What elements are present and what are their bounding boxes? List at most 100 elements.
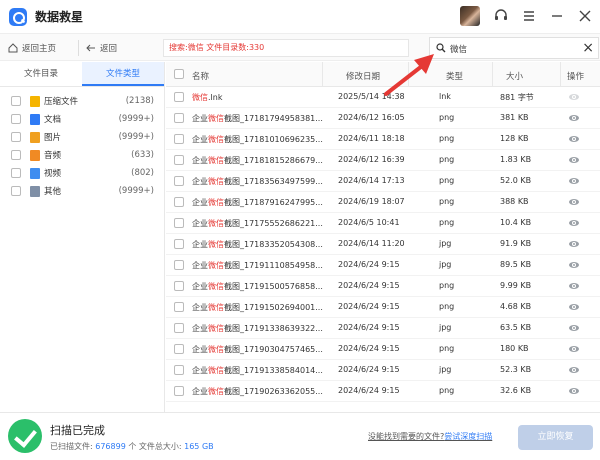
row-checkbox[interactable] (174, 197, 184, 207)
table-row[interactable]: 企业微信截图_17190304757465... 2024/6/24 9:15 pn… (166, 339, 600, 360)
column-divider (492, 62, 493, 87)
file-name-match: 微信 (208, 366, 224, 375)
table-row[interactable]: 企业微信截图_17190263362055... 2024/6/24 9:15 pn… (166, 381, 600, 402)
preview-eye-icon[interactable] (569, 262, 579, 268)
file-name: 企业微信截图_17183563497599... (192, 176, 323, 187)
select-all-checkbox[interactable] (174, 69, 184, 79)
table-row[interactable]: 企业微信截图_17191338639322... 2024/6/24 9:15 jp… (166, 318, 600, 339)
preview-eye-icon[interactable] (569, 115, 579, 121)
preview-eye-icon[interactable] (569, 157, 579, 163)
left-tabs: 文件目录 文件类型 (0, 62, 164, 87)
tab-file-directory[interactable]: 文件目录 (0, 62, 82, 86)
file-type: png (439, 155, 455, 164)
file-name: 微信.lnk (192, 92, 222, 103)
file-name-suffix: 截图_17191338584014... (224, 366, 323, 375)
file-date: 2024/6/11 18:18 (338, 134, 405, 143)
preview-eye-icon[interactable] (569, 367, 579, 373)
title-bar-controls (460, 6, 592, 26)
header-name[interactable]: 名称 (192, 70, 209, 82)
back-button[interactable]: 返回 (86, 42, 117, 54)
file-name: 企业微信截图_17191502694001... (192, 302, 323, 313)
row-checkbox[interactable] (174, 218, 184, 228)
preview-eye-icon[interactable] (569, 325, 579, 331)
clear-search-icon[interactable]: × (582, 40, 594, 56)
row-checkbox[interactable] (174, 155, 184, 165)
home-button[interactable]: 返回主页 (8, 42, 56, 54)
category-label: 其他 (44, 187, 62, 197)
file-date: 2024/6/12 16:05 (338, 113, 405, 122)
preview-eye-icon[interactable] (569, 220, 579, 226)
category-list: 压缩文件 (2138) 文档 (9999+) 图片 (9999+) 音频 (633) 视频 (80… (0, 92, 164, 200)
row-checkbox[interactable] (174, 134, 184, 144)
preview-eye-icon[interactable] (569, 346, 579, 352)
file-size: 1.83 KB (500, 155, 532, 164)
table-row[interactable]: 企业微信截图_17187916247995... 2024/6/19 18:07 p… (166, 192, 600, 213)
headset-icon[interactable] (494, 9, 508, 23)
table-row[interactable]: 企业微信截图_17181794958381... 2024/6/12 16:05 p… (166, 108, 600, 129)
table-row[interactable]: 企业微信截图_17183563497599... 2024/6/14 17:13 p… (166, 171, 600, 192)
file-name-match: 微信 (208, 219, 224, 228)
file-size: 32.6 KB (500, 386, 532, 395)
table-row[interactable]: 企业微信截图_17183352054308... 2024/6/14 11:20 j… (166, 234, 600, 255)
header-type[interactable]: 类型 (446, 70, 463, 82)
category-count: (9999+) (118, 186, 154, 196)
file-name-match: 微信 (208, 240, 224, 249)
preview-eye-icon[interactable] (569, 388, 579, 394)
category-checkbox[interactable] (11, 132, 21, 142)
table-row[interactable]: 企业微信截图_17191502694001... 2024/6/24 9:15 pn… (166, 297, 600, 318)
menu-icon[interactable] (522, 9, 536, 23)
category-item[interactable]: 文档 (9999+) (0, 110, 164, 128)
divider (78, 40, 79, 56)
file-name-suffix: 截图_17191502694001... (224, 303, 323, 312)
category-item[interactable]: 视频 (802) (0, 164, 164, 182)
minimize-icon[interactable] (550, 9, 564, 23)
tab-file-type[interactable]: 文件类型 (82, 62, 164, 86)
table-row[interactable]: 企业微信截图_17191500576858... 2024/6/24 9:15 pn… (166, 276, 600, 297)
category-item[interactable]: 图片 (9999+) (0, 128, 164, 146)
file-name-match: 微信 (208, 261, 224, 270)
category-checkbox[interactable] (11, 150, 21, 160)
user-avatar[interactable] (460, 6, 480, 26)
row-checkbox[interactable] (174, 260, 184, 270)
row-checkbox[interactable] (174, 239, 184, 249)
close-icon[interactable] (578, 9, 592, 23)
preview-eye-icon[interactable] (569, 178, 579, 184)
category-item[interactable]: 音频 (633) (0, 146, 164, 164)
category-checkbox[interactable] (11, 168, 21, 178)
file-name-match: 微信 (208, 303, 224, 312)
search-input[interactable]: 微信 × (429, 37, 599, 59)
row-checkbox[interactable] (174, 344, 184, 354)
deep-scan-link[interactable]: 没能找到需要的文件?尝试深度扫描 (368, 431, 492, 442)
table-row[interactable]: 企业微信截图_17181815286679... 2024/6/12 16:39 p… (166, 150, 600, 171)
category-item[interactable]: 压缩文件 (2138) (0, 92, 164, 110)
table-row[interactable]: 企业微信截图_17175552686221... 2024/6/5 10:41 pn… (166, 213, 600, 234)
preview-eye-icon[interactable] (569, 136, 579, 142)
row-checkbox[interactable] (174, 281, 184, 291)
preview-eye-icon[interactable] (569, 304, 579, 310)
category-checkbox[interactable] (11, 186, 21, 196)
table-row[interactable]: 企业微信截图_17191338584014... 2024/6/24 9:15 jp… (166, 360, 600, 381)
preview-eye-icon[interactable] (569, 283, 579, 289)
header-date[interactable]: 修改日期 (346, 70, 380, 82)
preview-eye-icon[interactable] (569, 241, 579, 247)
category-checkbox[interactable] (11, 114, 21, 124)
recover-now-button[interactable]: 立即恢复 (518, 425, 593, 450)
row-checkbox[interactable] (174, 176, 184, 186)
category-item[interactable]: 其他 (9999+) (0, 182, 164, 200)
row-checkbox[interactable] (174, 92, 184, 102)
row-checkbox[interactable] (174, 302, 184, 312)
table-row[interactable]: 企业微信截图_17181010696235... 2024/6/11 18:18 p… (166, 129, 600, 150)
row-checkbox[interactable] (174, 386, 184, 396)
zip-icon (30, 95, 40, 107)
row-checkbox[interactable] (174, 323, 184, 333)
header-size[interactable]: 大小 (506, 70, 523, 82)
category-checkbox[interactable] (11, 96, 21, 106)
file-date: 2024/6/24 9:15 (338, 386, 400, 395)
row-checkbox[interactable] (174, 113, 184, 123)
file-name: 企业微信截图_17191338584014... (192, 365, 323, 376)
preview-eye-icon[interactable] (569, 199, 579, 205)
table-row[interactable]: 企业微信截图_17191110854958... 2024/6/24 9:15 jp… (166, 255, 600, 276)
preview-eye-icon[interactable] (569, 94, 579, 100)
file-name-suffix: 截图_17183563497599... (224, 177, 323, 186)
row-checkbox[interactable] (174, 365, 184, 375)
